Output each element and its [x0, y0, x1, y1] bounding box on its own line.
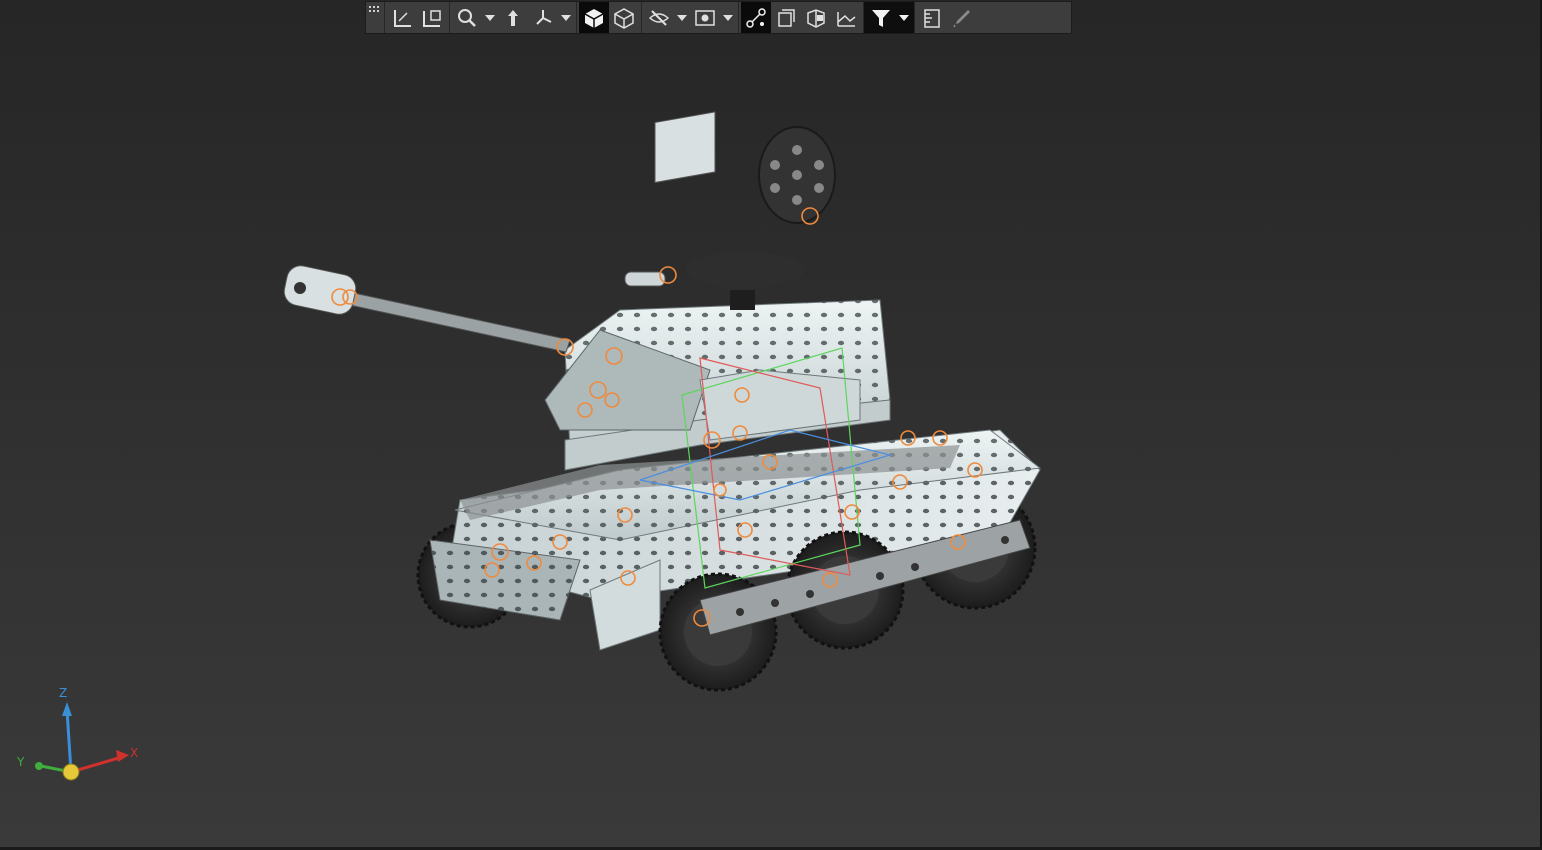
orient-normal-icon[interactable] [498, 2, 528, 33]
zoom-dropdown-icon[interactable] [482, 2, 498, 33]
hide-dropdown-icon[interactable] [674, 2, 690, 33]
display-group [577, 2, 642, 33]
coordinate-triad[interactable]: Z X Y [14, 686, 144, 786]
cannon-barrel [283, 265, 571, 353]
eyedropper-icon[interactable] [947, 2, 977, 33]
z-axis-label: Z [59, 686, 68, 700]
zoom-icon[interactable] [452, 2, 482, 33]
wireframe-cube-icon[interactable] [609, 2, 639, 33]
sketch-plane-icon[interactable] [387, 2, 417, 33]
sketch-group [385, 2, 450, 33]
navigate-group [450, 2, 577, 33]
eye-slash-icon[interactable] [644, 2, 674, 33]
x-axis-label: X [130, 746, 139, 760]
3d-viewport[interactable]: Z X Y [0, 0, 1542, 850]
triad-dropdown-icon[interactable] [558, 2, 574, 33]
filter-group [864, 2, 915, 33]
y-axis-label: Y [17, 755, 25, 769]
section-view-icon[interactable] [771, 2, 801, 33]
grip-icon[interactable] [366, 2, 385, 33]
view-toolbar [365, 1, 1072, 34]
tank-model[interactable] [0, 0, 1542, 850]
constraints-icon[interactable] [741, 2, 771, 33]
measure-icon[interactable] [917, 2, 947, 33]
filter-icon[interactable] [866, 2, 896, 33]
show-dropdown-icon[interactable] [720, 2, 736, 33]
view-orientation-icon[interactable] [417, 2, 447, 33]
ground-plane-icon[interactable] [831, 2, 861, 33]
shaded-cube-icon[interactable] [579, 2, 609, 33]
triad-icon[interactable] [528, 2, 558, 33]
filter-dropdown-icon[interactable] [896, 2, 912, 33]
visibility-group [642, 2, 739, 33]
tools-group [915, 2, 979, 33]
assembly-group [739, 2, 864, 33]
eye-box-icon[interactable] [690, 2, 720, 33]
triad-axes [35, 702, 129, 781]
exploded-view-icon[interactable] [801, 2, 831, 33]
